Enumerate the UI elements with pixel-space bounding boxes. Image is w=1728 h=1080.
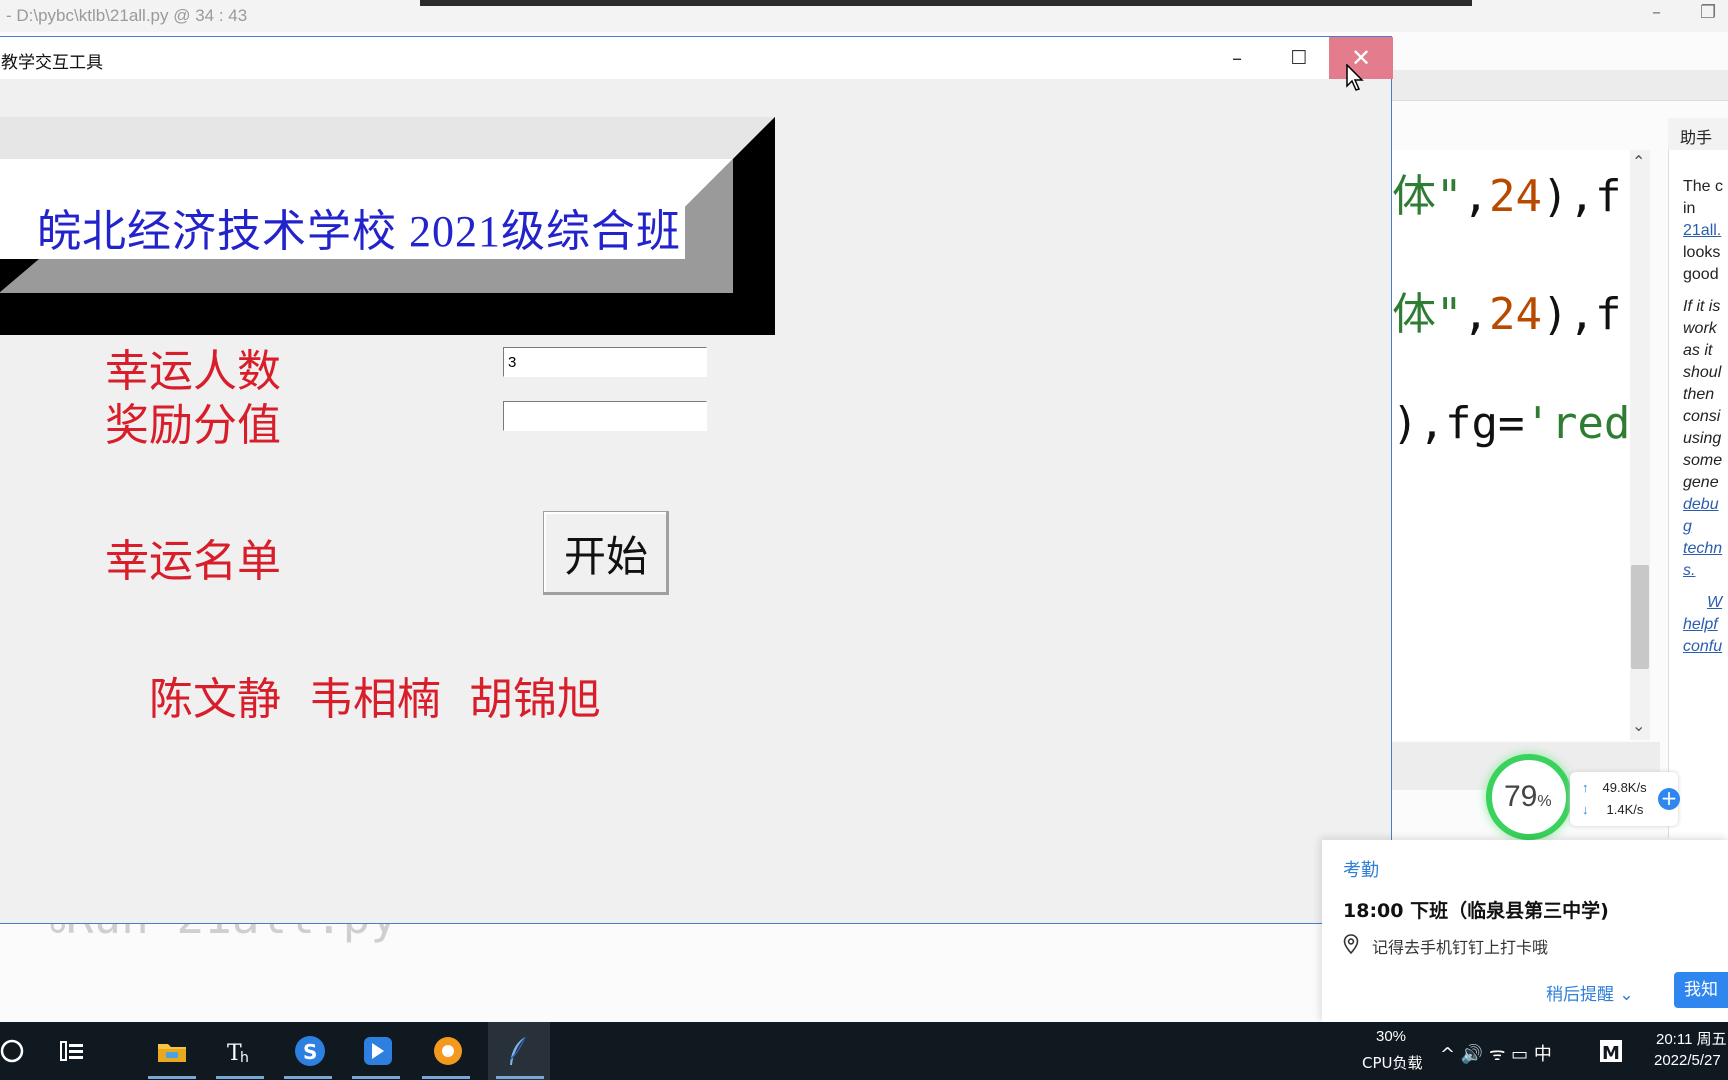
taskbar-cpu-label: CPU负载 [1362, 1054, 1423, 1072]
assistant-line: some [1683, 452, 1723, 469]
upload-speed-value: 49.8K/s [1602, 780, 1647, 795]
taskbar-cpu-percent: 30% [1376, 1028, 1407, 1045]
cpu-usage-value: 79% [1504, 780, 1552, 814]
assistant-line: gene [1683, 474, 1719, 491]
idle-running-indicator [496, 1076, 544, 1079]
svg-text:S: S [303, 1040, 317, 1064]
download-speed-value: 1.4K/s [1606, 802, 1644, 817]
cortana-icon[interactable] [0, 1026, 38, 1076]
assistant-line: looks [1683, 244, 1721, 261]
assistant-line: consi [1683, 408, 1721, 425]
notification-time: 18:00 下班（临泉县第三中学) [1343, 900, 1609, 922]
ide-maximize-button[interactable]: ❐ [1700, 2, 1716, 23]
editor-scrollbar-thumb[interactable] [1631, 565, 1649, 669]
assistant-text: The c in 21all. looks good If it is work… [1683, 176, 1728, 658]
acknowledge-button[interactable]: 我知 [1674, 972, 1728, 1008]
ide-progress-bar [420, 0, 1472, 6]
scroll-down-icon[interactable]: ⌄ [1632, 716, 1645, 735]
svg-text:M: M [1602, 1043, 1620, 1063]
notification-message: 记得去手机钉钉上打卡哦 [1372, 938, 1549, 957]
assistant-line: If it is [1683, 298, 1721, 315]
assistant-link[interactable]: W [1683, 592, 1728, 614]
assistant-link[interactable]: helpf [1683, 614, 1728, 636]
recorder-icon[interactable] [422, 1026, 474, 1076]
cpu-usage-percent-sign: % [1537, 793, 1552, 810]
widget-plus-button[interactable]: + [1658, 788, 1680, 810]
assistant-line: The c [1683, 178, 1724, 195]
sogou-input-icon[interactable]: S [284, 1026, 336, 1076]
school-banner: 皖北经济技术学校 2021级综合班 [0, 117, 775, 335]
ide-minimize-button[interactable]: – [1652, 2, 1661, 23]
maximize-button[interactable]: ☐ [1279, 41, 1319, 75]
ide-tab-strip [1392, 70, 1728, 101]
code-line: ),fg='red [1392, 398, 1631, 449]
cpu-usage-number: 79 [1504, 780, 1538, 813]
code-editor[interactable]: 体",24),f 体",24),f ),fg='red [1392, 150, 1640, 740]
assistant-line: shoul [1683, 364, 1722, 381]
assistant-link[interactable]: confu [1683, 636, 1728, 658]
sogou-running-indicator [284, 1076, 332, 1079]
assistant-line: using [1683, 430, 1722, 447]
upload-speed: ↑ 49.8K/s [1582, 780, 1647, 795]
assistant-line: good [1683, 266, 1719, 283]
feishu-icon[interactable] [352, 1026, 404, 1076]
download-arrow-icon: ↓ [1582, 802, 1589, 817]
typora-icon[interactable]: Th [214, 1026, 266, 1076]
ide-title: - D:\pybc\ktlb\21all.py @ 34 : 43 [6, 6, 248, 25]
code-line: 体",24),f [1392, 171, 1622, 222]
assistant-line: work [1683, 320, 1717, 337]
taskbar-clock-time[interactable]: 20:11 周五 [1656, 1028, 1727, 1049]
reward-score-label: 奖励分值 [105, 400, 281, 451]
lucky-list-label: 幸运名单 [105, 536, 281, 587]
scroll-up-icon[interactable]: ⌃ [1632, 152, 1645, 171]
upload-arrow-icon: ↑ [1582, 780, 1589, 795]
tk-app-window: 教学交互工具 – ☐ ✕ 皖北经济技术学校 2021级综合班 幸运人数 奖励分值… [0, 36, 1393, 924]
assistant-link[interactable]: s. [1683, 560, 1728, 582]
assistant-line: as it [1683, 342, 1713, 359]
taskbar-clock-date[interactable]: 2022/5/27 [1654, 1052, 1721, 1069]
svg-text:h: h [240, 1050, 249, 1064]
lucky-names-result: 陈文静 韦相楠 胡锦旭 [149, 674, 601, 725]
tk-window-title: 教学交互工具 [1, 53, 103, 73]
assistant-line: in [1683, 200, 1696, 217]
code-line: 体",24),f [1392, 289, 1622, 340]
start-button[interactable]: 开始 [543, 511, 669, 595]
location-pin-icon [1343, 934, 1361, 955]
typora-running-indicator [216, 1076, 264, 1079]
reward-score-input[interactable] [503, 401, 707, 431]
attendance-notification [1322, 840, 1728, 1022]
assistant-line: then [1683, 386, 1715, 403]
assistant-tab-label: 助手 [1680, 130, 1713, 147]
assistant-tab[interactable]: 助手 [1668, 118, 1728, 150]
system-tray-icons[interactable]: ^ 🔊 ᯤ ▭ 中 [1440, 1040, 1552, 1066]
assistant-link[interactable]: debu [1683, 494, 1728, 516]
lucky-count-input[interactable] [503, 347, 707, 377]
assistant-link[interactable]: g [1683, 516, 1728, 538]
recorder-running-indicator [422, 1076, 470, 1079]
snooze-button[interactable]: 稍后提醒 ⌄ [1546, 980, 1634, 1005]
task-view-icon[interactable] [46, 1026, 98, 1076]
download-speed: ↓ 1.4K/s [1582, 802, 1643, 817]
tk-title-bar[interactable]: 教学交互工具 – ☐ ✕ [0, 37, 1393, 79]
feishu-running-indicator [352, 1076, 400, 1079]
minimize-button[interactable]: – [1217, 41, 1257, 75]
assistant-link[interactable]: techn [1683, 538, 1728, 560]
file-explorer-icon[interactable] [146, 1026, 198, 1076]
python-idle-feather-icon[interactable] [492, 1026, 544, 1076]
assistant-link[interactable]: 21all. [1683, 220, 1728, 242]
m-app-tray-icon[interactable]: M [1594, 1026, 1628, 1076]
explorer-running-indicator [148, 1076, 196, 1079]
notification-title: 考勤 [1343, 860, 1379, 881]
banner-title: 皖北经济技术学校 2021级综合班 [37, 207, 681, 256]
